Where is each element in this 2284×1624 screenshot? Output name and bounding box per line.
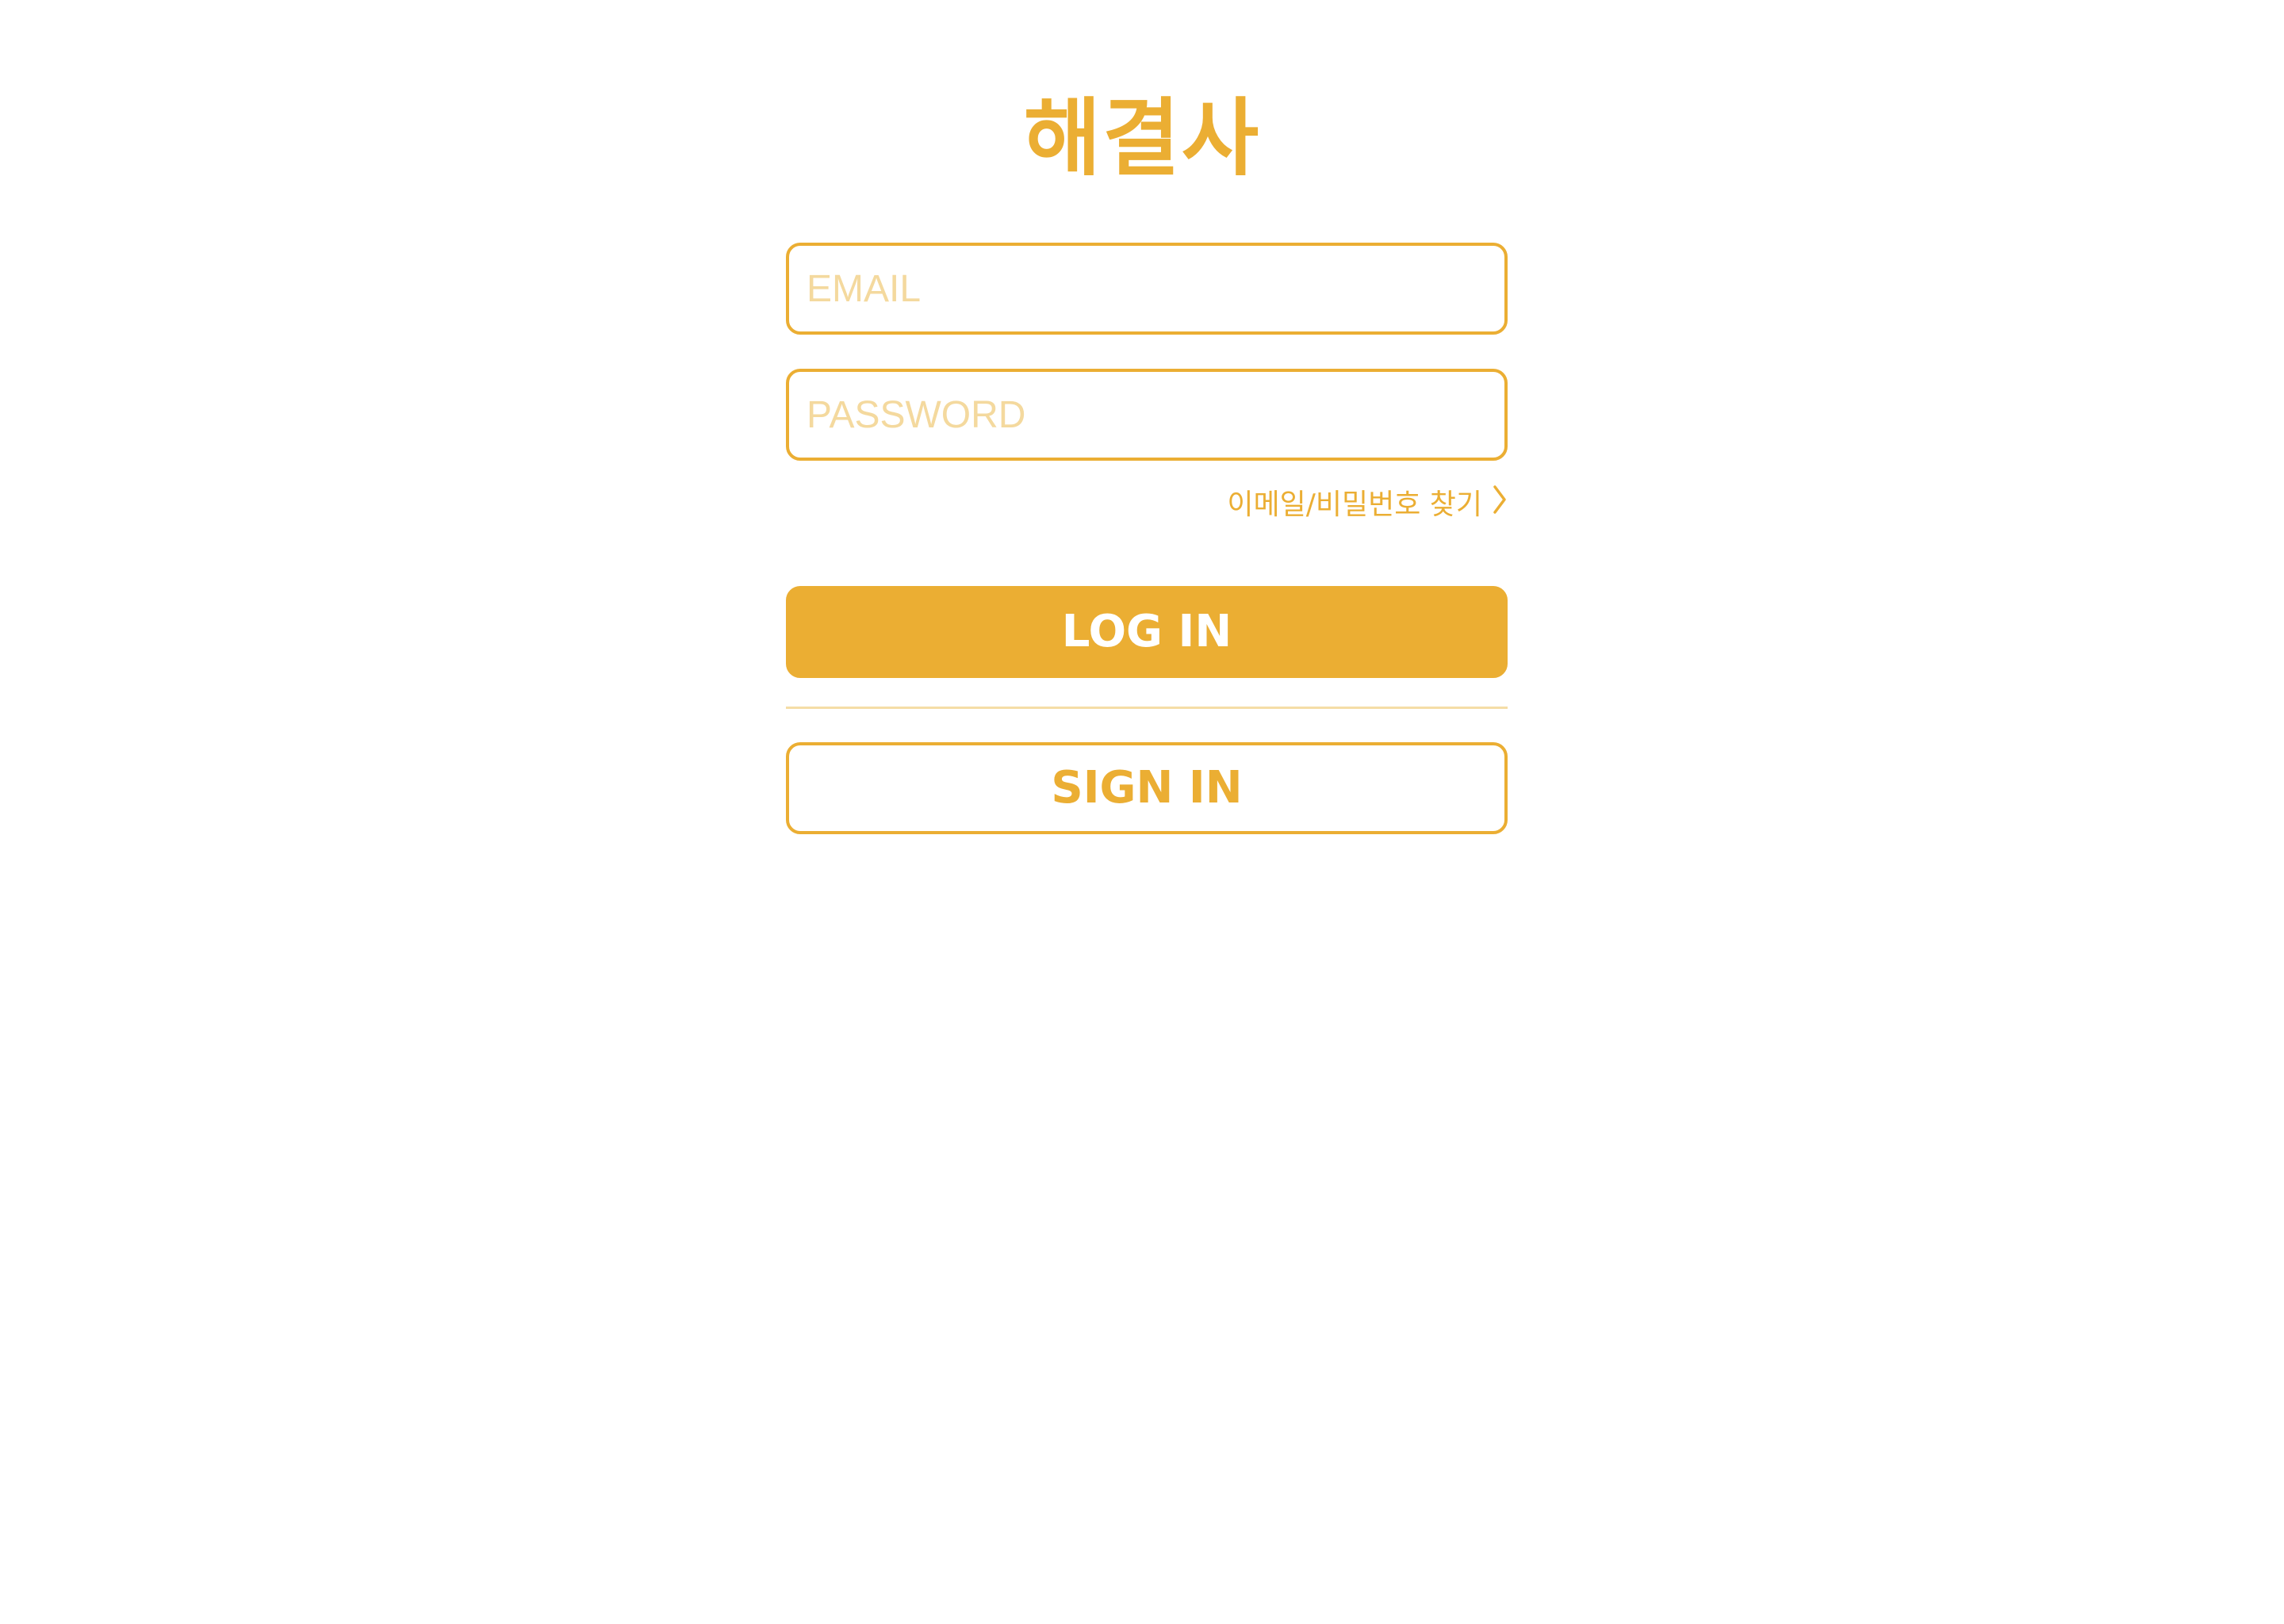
password-field[interactable] [786,369,1508,461]
find-account-label: 이메일/비밀번호 찾기 [1227,488,1482,521]
login-page: 해결사 이메일/비밀번호 찾기 LOG IN SIGN IN [0,0,2284,1624]
chevron-right-icon [1492,484,1508,521]
login-button[interactable]: LOG IN [786,586,1508,678]
divider [786,707,1508,709]
email-field[interactable] [786,243,1508,335]
login-form: 이메일/비밀번호 찾기 LOG IN SIGN IN [786,243,1508,834]
find-account-link[interactable]: 이메일/비밀번호 찾기 [786,478,1508,526]
app-logo: 해결사 [1023,90,1261,187]
signin-button[interactable]: SIGN IN [786,742,1508,834]
